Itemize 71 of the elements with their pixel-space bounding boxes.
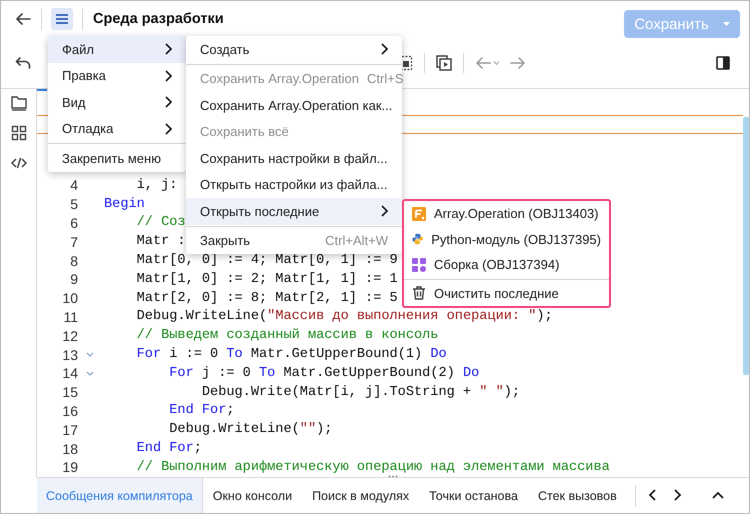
menu-item-label: Python-модуль (OBJ137395) <box>431 232 601 247</box>
menu-item[interactable]: Сохранить Array.Operation как... <box>186 92 402 118</box>
code-line: End For; <box>168 403 235 418</box>
line-number: 8 <box>69 252 78 269</box>
line-number: 18 <box>61 440 78 457</box>
menu-item-label: Открыть последние <box>200 204 320 219</box>
code-line: For j := 0 To Matr.GetUpperBound(2) Do <box>168 366 480 381</box>
menu-item[interactable]: Отладка <box>48 116 186 142</box>
line-number: 5 <box>69 196 78 212</box>
panel-tab[interactable]: Поиск в модулях <box>302 478 420 513</box>
menu-item[interactable]: Вид <box>48 89 186 116</box>
code-line: // Выведем созданный массив в консоль <box>136 328 438 344</box>
window-title: Среда разработки <box>93 11 224 27</box>
line-number: 16 <box>61 402 78 419</box>
menu-item-label: Сохранить Array.Operation <box>200 71 360 86</box>
menu-item[interactable]: Правка <box>48 62 186 89</box>
panel-tab[interactable]: Точки останова <box>419 478 528 513</box>
code-line: For i := 0 To Matr.GetUpperBound(1) Do <box>136 347 447 362</box>
menu-item[interactable]: Файл <box>48 36 186 62</box>
menu-item[interactable]: Очистить последние <box>404 280 609 306</box>
menu-item[interactable]: Открыть последние <box>186 198 402 224</box>
code-line: i, j: <box>136 178 178 193</box>
menu-item[interactable]: Закрыть Ctrl+Alt+W <box>186 228 402 254</box>
menu-item[interactable]: Python-модуль (OBJ137395) <box>404 226 609 252</box>
menu-item-label: Вид <box>62 94 87 110</box>
line-number: 13 <box>61 346 78 363</box>
menu-item-label: Файл <box>62 42 95 57</box>
menu-item-label: Правка <box>62 68 107 84</box>
menu-item-label: Закрепить меню <box>62 150 162 166</box>
code-line: Debug.Write(Matr[i, j].ToString + " "); <box>200 384 520 400</box>
line-number: 14 <box>61 365 78 382</box>
menu-item[interactable]: Сохранить настройки в файл... <box>186 145 402 172</box>
menu-item[interactable]: Создать <box>186 36 402 62</box>
code-line: Matr : <box>136 234 186 250</box>
line-number: 12 <box>61 328 78 344</box>
code-line: Debug.WriteLine("Массив до выполнения операции: "); <box>136 309 553 324</box>
code-line: Begin <box>104 196 145 212</box>
line-number: 15 <box>61 384 78 400</box>
panel-tab[interactable]: Сообщения компилятора <box>37 478 203 513</box>
menu-item-label: Закрыть <box>200 233 252 248</box>
menu-item[interactable]: Сборка (OBJ137394) <box>404 252 609 278</box>
menu-item[interactable]: Закрепить меню <box>48 145 186 172</box>
line-number: 6 <box>69 214 78 231</box>
code-line: // Выполним арифметическую операцию над элементами массива <box>136 460 610 475</box>
menu-item-label: Сохранить Array.Operation как... <box>200 98 392 113</box>
menu-item-label: Создать <box>200 42 250 57</box>
line-number: 11 <box>62 308 78 325</box>
code-line: // Соз <box>136 215 186 230</box>
panel-tab[interactable]: Стек вызовов <box>528 478 627 513</box>
line-number: 19 <box>61 459 78 476</box>
line-number: 9 <box>69 271 78 288</box>
panel-tab[interactable]: Окно консоли <box>202 478 302 513</box>
code-line: End For; <box>136 441 202 456</box>
menu-item-label: Отладка <box>62 121 114 136</box>
line-number: 10 <box>61 290 78 306</box>
code-line: Debug.WriteLine(""); <box>168 422 332 438</box>
code-line: Matr[1, 0] := 2; Matr[1, 1] := 1 <box>136 272 398 287</box>
menu-item-label: Array.Operation (OBJ13403) <box>434 206 600 222</box>
menu-item-label: Открыть настройки из файла... <box>200 177 388 192</box>
shortcut-label: Ctrl+Alt+W <box>325 233 388 248</box>
menu-item-label: Очистить последние <box>434 286 560 301</box>
menu-item[interactable]: Открыть настройки из файла... <box>186 172 402 198</box>
menu-item-label: Сохранить настройки в файл... <box>200 150 388 166</box>
menu-item[interactable]: Array.Operation (OBJ13403) <box>404 201 609 226</box>
menu-item-label: Сохранить всё <box>200 124 290 140</box>
line-number: 4 <box>69 177 78 194</box>
menu-item-label: Сборка (OBJ137394) <box>434 257 560 272</box>
shortcut-label: Ctrl+S <box>367 71 404 86</box>
code-line: Matr[2, 0] := 8; Matr[2, 1] := 5 <box>136 290 398 306</box>
line-number: 17 <box>61 422 78 438</box>
line-number: 7 <box>69 234 78 250</box>
